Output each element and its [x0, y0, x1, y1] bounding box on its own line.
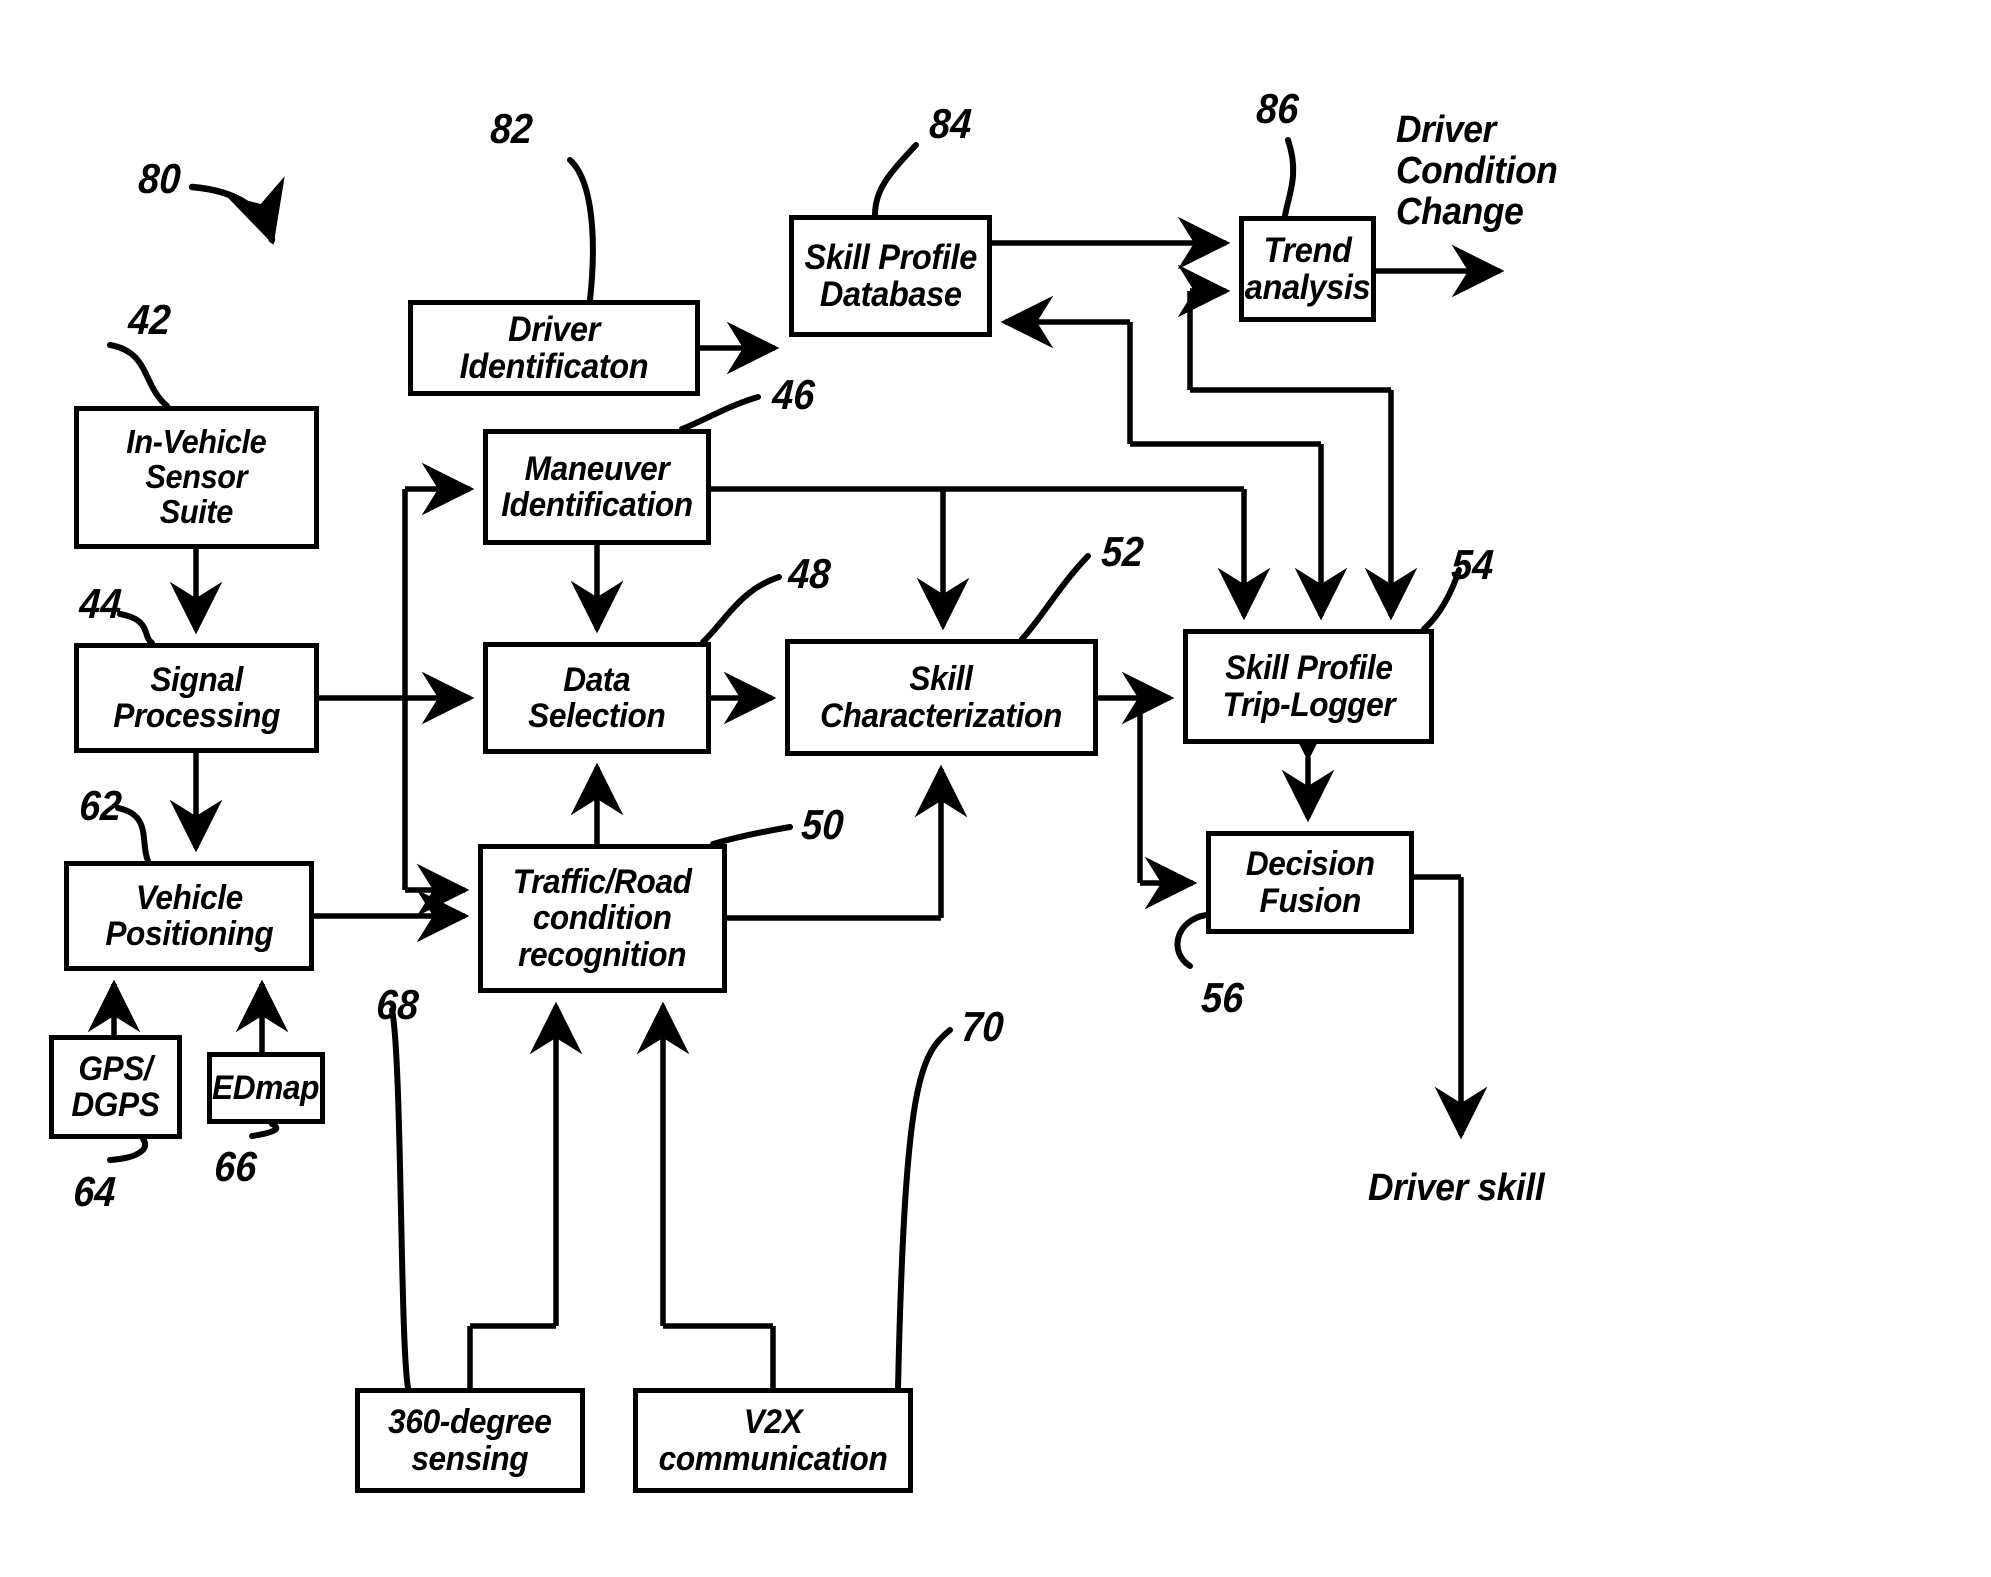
- block-skill-characterization[interactable]: Skill Characterization: [785, 639, 1098, 756]
- block-decision-fusion[interactable]: Decision Fusion: [1206, 831, 1414, 934]
- patent-figure-canvas: Driver Identificaton Skill Profile Datab…: [0, 0, 1991, 1577]
- block-skill-profile-trip-logger[interactable]: Skill Profile Trip-Logger: [1183, 629, 1434, 744]
- connector-layer: [87, 216, 1505, 1388]
- ref-numeral-44: 44: [78, 580, 124, 627]
- block-label: Data Selection: [528, 660, 666, 735]
- ref-numeral-42: 42: [127, 296, 173, 343]
- ref-numeral-54: 54: [1450, 541, 1496, 588]
- block-edmap[interactable]: EDmap: [207, 1052, 325, 1124]
- block-label: Skill Profile Database: [804, 237, 977, 314]
- block-360-degree-sensing[interactable]: 360-degree sensing: [355, 1388, 585, 1493]
- ref-numeral-52: 52: [1100, 528, 1146, 575]
- block-label: Maneuver Identification: [501, 449, 693, 524]
- block-signal-processing[interactable]: Signal Processing: [74, 643, 319, 753]
- ref-numeral-50: 50: [800, 801, 846, 848]
- block-data-selection[interactable]: Data Selection: [483, 642, 711, 754]
- annotation-driver-condition-change: Driver Condition Change: [1396, 109, 1558, 234]
- block-label: V2X communication: [658, 1403, 888, 1478]
- ref-numeral-48: 48: [787, 550, 833, 597]
- block-trend-analysis[interactable]: Trend analysis: [1239, 216, 1376, 322]
- block-label: 360-degree sensing: [388, 1403, 552, 1478]
- block-label: Decision Fusion: [1245, 845, 1375, 920]
- block-maneuver-identification[interactable]: Maneuver Identification: [483, 429, 711, 545]
- block-label: Signal Processing: [113, 660, 280, 735]
- block-label: Vehicle Positioning: [104, 878, 274, 953]
- ref-numeral-68: 68: [375, 981, 421, 1028]
- block-label: Driver Identificaton: [459, 309, 649, 386]
- block-label: Trend analysis: [1244, 230, 1371, 307]
- block-label: Traffic/Road condition recognition: [513, 863, 692, 974]
- block-driver-identification[interactable]: Driver Identificaton: [408, 300, 700, 396]
- ref-numeral-64: 64: [72, 1168, 118, 1215]
- ref-numeral-86: 86: [1255, 85, 1301, 132]
- block-label: In-Vehicle Sensor Suite: [126, 423, 267, 530]
- block-in-vehicle-sensor-suite[interactable]: In-Vehicle Sensor Suite: [74, 406, 319, 549]
- ref-numeral-62: 62: [78, 782, 124, 829]
- ref-numeral-84: 84: [928, 100, 974, 147]
- ref-numeral-46: 46: [771, 371, 817, 418]
- block-gps-dgps[interactable]: GPS/ DGPS: [49, 1035, 182, 1139]
- block-label: EDmap: [212, 1068, 320, 1107]
- ref-numeral-66: 66: [213, 1143, 259, 1190]
- ref-numeral-70: 70: [960, 1003, 1006, 1050]
- block-traffic-road-condition-recognition[interactable]: Traffic/Road condition recognition: [478, 844, 727, 993]
- block-label: GPS/ DGPS: [71, 1049, 160, 1124]
- block-label: Skill Profile Trip-Logger: [1222, 649, 1395, 724]
- ref-numeral-80: 80: [137, 155, 183, 202]
- ref-numeral-82: 82: [489, 105, 535, 152]
- ref-numeral-56: 56: [1200, 974, 1246, 1021]
- annotation-driver-skill: Driver skill: [1368, 1167, 1545, 1209]
- block-vehicle-positioning[interactable]: Vehicle Positioning: [64, 861, 314, 971]
- block-v2x-communication[interactable]: V2X communication: [633, 1388, 913, 1493]
- block-label: Skill Characterization: [820, 660, 1063, 735]
- block-skill-profile-database[interactable]: Skill Profile Database: [789, 215, 992, 337]
